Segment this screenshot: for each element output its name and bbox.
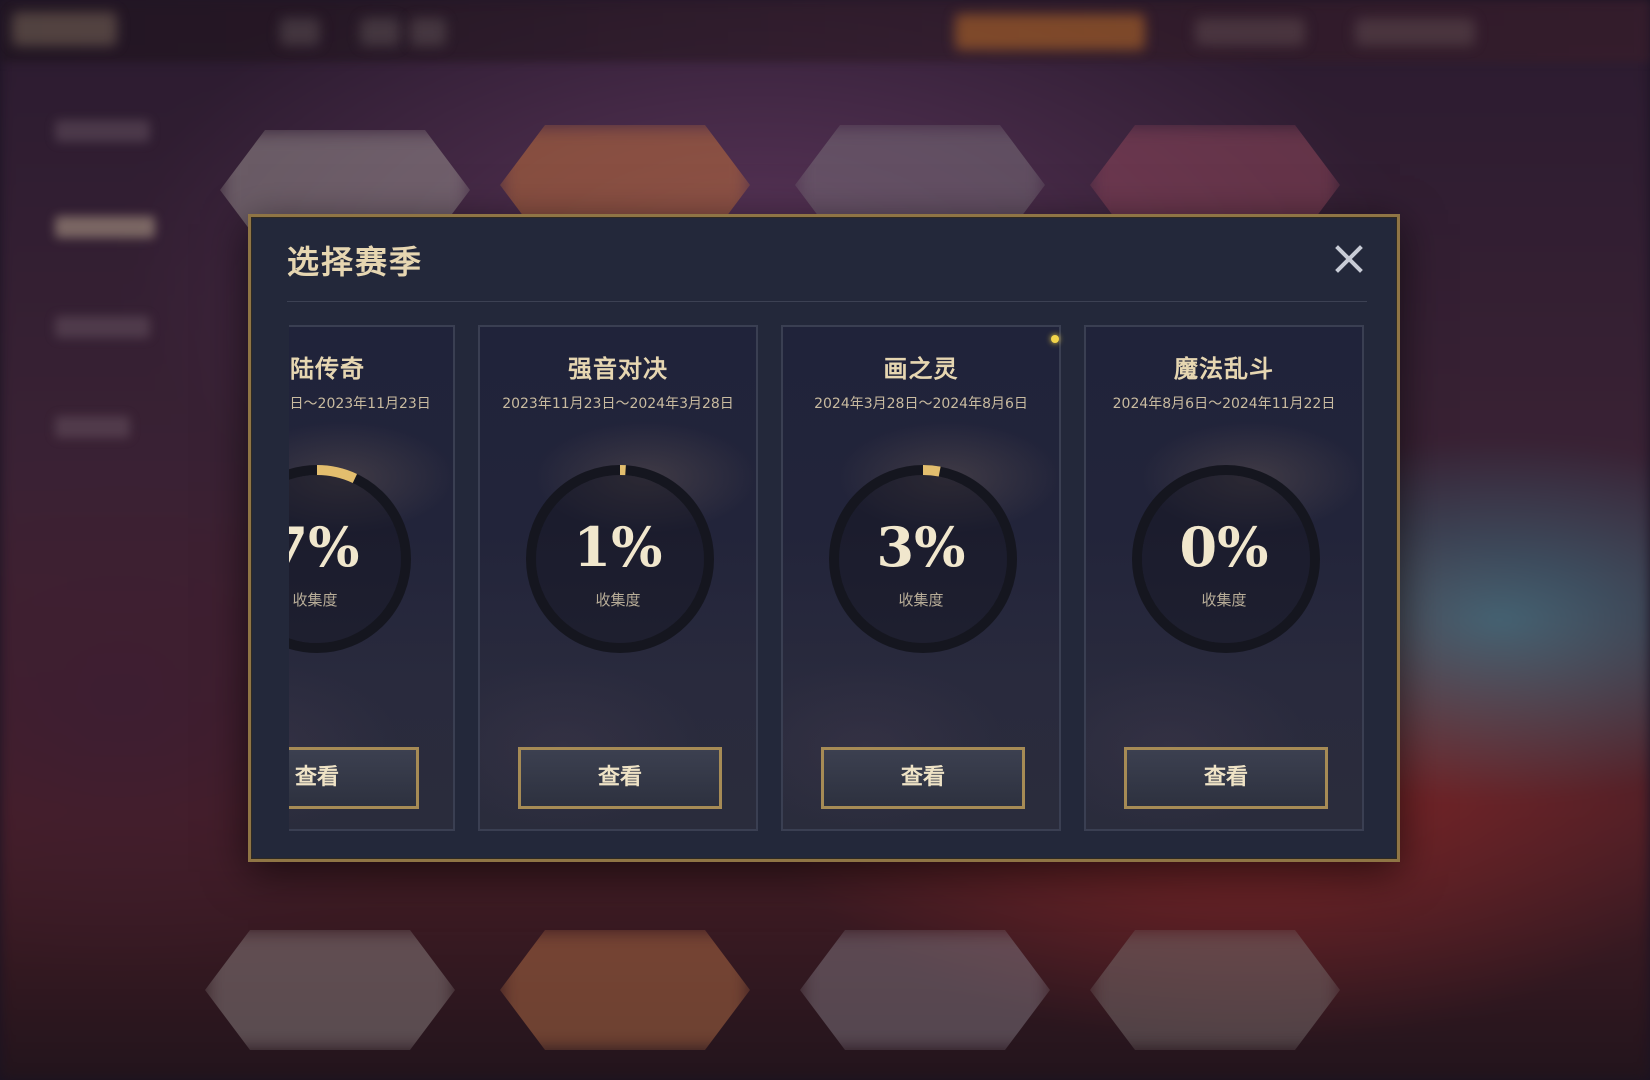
top-nav-item	[410, 18, 446, 46]
season-name: 强音对决	[568, 355, 668, 383]
collection-label: 收集度	[595, 591, 641, 609]
view-button[interactable]: 查看	[289, 747, 419, 809]
collection-label: 收集度	[1201, 591, 1247, 609]
season-select-modal: 选择赛季 大陆传奇 2023年8月24日～2023年11月23日 7% 收集度 …	[248, 214, 1400, 862]
close-icon	[1335, 245, 1363, 273]
collection-percent: 3%	[876, 515, 966, 579]
season-dates: 2024年8月6日～2024年11月22日	[1112, 396, 1336, 412]
collection-percent: 1%	[573, 515, 663, 579]
collection-percent: 0%	[1179, 515, 1269, 579]
season-card[interactable]: 强音对决 2023年11月23日～2024年3月28日 1% 收集度 查看	[478, 325, 758, 831]
sidebar-item	[55, 120, 150, 142]
season-dates: 2023年8月24日～2023年11月23日	[289, 396, 431, 412]
season-name: 魔法乱斗	[1174, 355, 1274, 383]
season-card[interactable]: 画之灵 2024年3月28日～2024年8月6日 3% 收集度 查看	[781, 325, 1061, 831]
new-indicator-dot	[1051, 335, 1059, 343]
top-nav-item	[1195, 18, 1305, 46]
collection-percent: 7%	[289, 515, 360, 579]
close-button[interactable]	[1329, 239, 1369, 279]
background-tile	[1090, 930, 1340, 1050]
season-dates: 2023年11月23日～2024年3月28日	[502, 396, 734, 412]
season-carousel[interactable]: 大陆传奇 2023年8月24日～2023年11月23日 7% 收集度 查看 强音…	[289, 325, 1367, 833]
season-card[interactable]: 魔法乱斗 2024年8月6日～2024年11月22日 0% 收集度 查看	[1084, 325, 1364, 831]
top-nav-item	[360, 18, 400, 46]
season-dates: 2024年3月28日～2024年8月6日	[814, 396, 1028, 412]
season-name: 大陆传奇	[289, 355, 365, 383]
sidebar-item-active	[55, 216, 155, 238]
top-nav-item	[1355, 18, 1475, 46]
top-nav-item	[280, 18, 320, 46]
sidebar-item	[55, 416, 130, 438]
modal-title: 选择赛季	[287, 243, 424, 281]
background-tile	[800, 930, 1050, 1050]
collection-label: 收集度	[898, 591, 944, 609]
collection-label: 收集度	[292, 591, 338, 609]
top-nav-highlight	[955, 14, 1145, 50]
season-name: 画之灵	[883, 355, 959, 383]
title-divider	[287, 301, 1367, 302]
view-button[interactable]: 查看	[821, 747, 1025, 809]
top-nav-logo	[12, 12, 117, 46]
sidebar-item	[55, 316, 150, 338]
season-card[interactable]: 大陆传奇 2023年8月24日～2023年11月23日 7% 收集度 查看	[289, 325, 455, 831]
view-button[interactable]: 查看	[518, 747, 722, 809]
background-tile	[500, 930, 750, 1050]
view-button[interactable]: 查看	[1124, 747, 1328, 809]
background-tile	[205, 930, 455, 1050]
